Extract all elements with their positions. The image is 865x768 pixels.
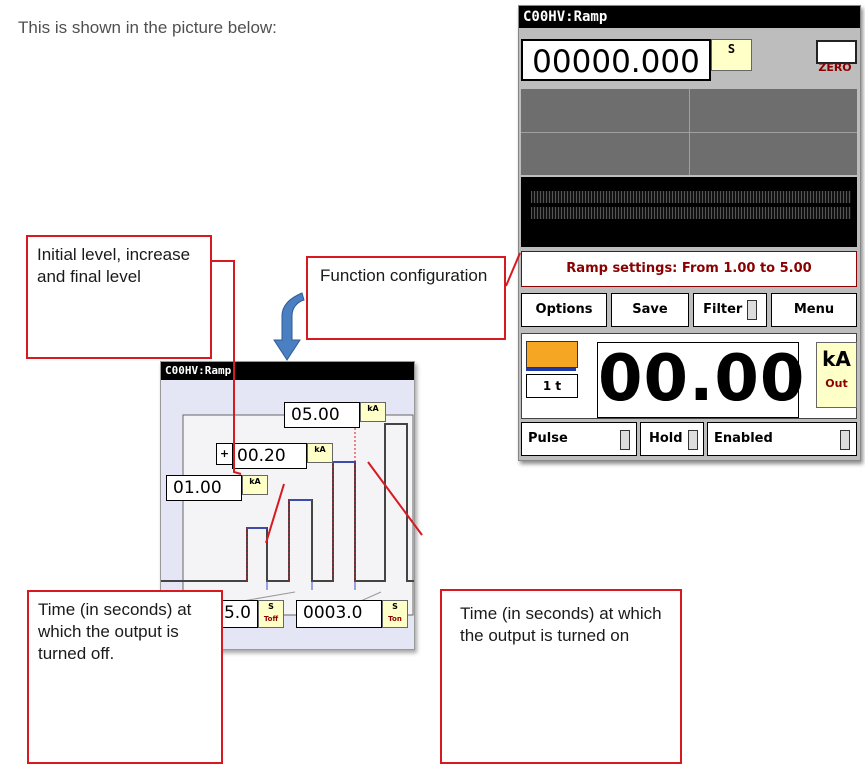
toff-pointer-line — [265, 483, 285, 544]
ton-pointer-line — [367, 461, 423, 536]
callout-levels: Initial level, increase and final level — [26, 235, 212, 359]
function-pointer-line — [505, 252, 521, 287]
callout-ton: Time (in seconds) at which the output is… — [440, 589, 682, 764]
callout-function: Function configuration — [306, 256, 506, 340]
callout-toff: Time (in seconds) at which the output is… — [27, 590, 223, 764]
levels-pointer-line — [212, 260, 242, 475]
blue-arrow-icon — [273, 292, 305, 361]
